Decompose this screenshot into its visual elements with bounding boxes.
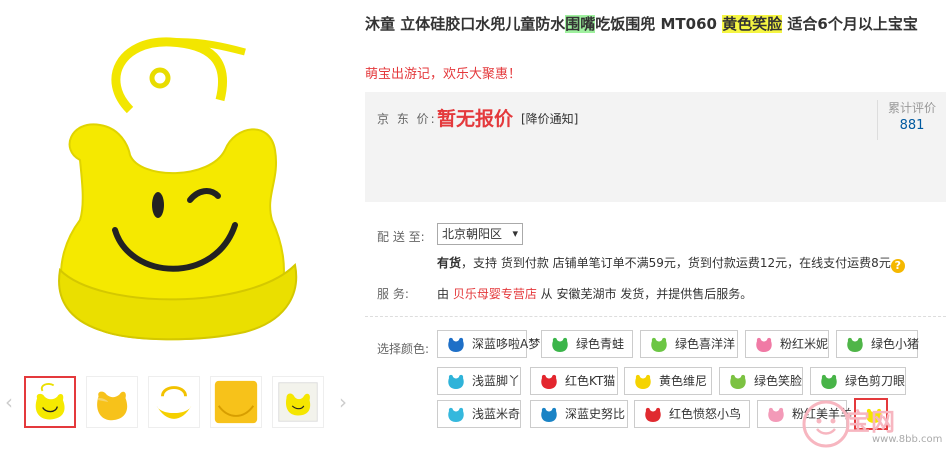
shipping-region-value: 北京朝阳区	[442, 227, 503, 241]
thumbnail[interactable]	[210, 376, 262, 428]
watermark-url: www.8bb.com	[872, 434, 943, 445]
color-option-label: 浅蓝米奇	[472, 407, 521, 421]
thumbnail[interactable]	[148, 376, 200, 428]
bib-swatch-icon	[635, 374, 651, 389]
bib-swatch-icon	[756, 337, 772, 352]
price-drop-notify-link[interactable]: [降价通知]	[521, 110, 578, 127]
chevron-left-icon[interactable]: ‹	[2, 392, 16, 412]
color-option-label: 深蓝哆啦A梦	[472, 337, 541, 351]
bib-swatch-icon	[448, 337, 464, 352]
promo-slogan: 萌宝出游记，欢乐大聚惠！	[365, 67, 522, 82]
product-title: 沐童 立体硅胶口水兜儿童防水围嘴吃饭围兜 MT060 黄色笑脸 适合6个月以上宝…	[365, 12, 925, 36]
title-highlight: 围嘴	[565, 15, 596, 33]
shop-link[interactable]: 贝乐母婴专营店	[453, 287, 537, 301]
color-option-label: 红色愤怒小鸟	[669, 407, 742, 421]
bib-swatch-icon	[645, 407, 661, 422]
bib-swatch-icon	[552, 337, 568, 352]
title-text: 吃饭围兜 MT060	[595, 15, 723, 33]
question-icon[interactable]: ?	[890, 259, 905, 273]
bib-swatch-icon	[847, 337, 863, 352]
bib-swatch-icon	[448, 374, 464, 389]
color-option[interactable]: 绿色青蛙	[541, 330, 633, 358]
color-option[interactable]: 绿色喜洋洋	[640, 330, 738, 358]
color-option-label: 粉红米妮	[780, 337, 829, 351]
color-option[interactable]: 深蓝哆啦A梦	[437, 330, 540, 358]
title-text: 适合6个月以上宝宝	[782, 15, 918, 33]
price-value: 暂无报价	[437, 108, 514, 130]
review-count[interactable]: 881	[878, 116, 946, 136]
color-option-label: 浅蓝脚丫	[472, 374, 521, 388]
color-option-label: 绿色小猪	[871, 337, 920, 351]
color-option[interactable]: 浅蓝脚丫	[437, 367, 521, 395]
bib-swatch-icon	[651, 337, 667, 352]
color-option[interactable]: 粉红米妮	[745, 330, 829, 358]
thumbnail[interactable]	[272, 376, 324, 428]
color-option[interactable]: 浅蓝米奇	[437, 400, 521, 428]
color-option-label: 黄色维尼	[659, 374, 708, 388]
service-suffix: 从 安徽芜湖市 发货，并提供售后服务。	[536, 287, 753, 301]
color-select-label: 选择颜色:	[377, 342, 430, 356]
stock-info: 有货，支持 货到付款 店铺单笔订单不满59元，货到付款运费12元，在线支付运费8…	[437, 254, 905, 273]
price-label: 京 东 价:	[377, 112, 437, 126]
shipping-label: 配 送 至:	[377, 230, 425, 244]
price-panel: 京 东 价: 暂无报价 [降价通知] 累计评价 881	[365, 92, 946, 202]
product-main-image	[58, 37, 298, 341]
title-highlight: 黄色笑脸	[722, 15, 783, 33]
color-option-label: 绿色喜洋洋	[675, 337, 736, 351]
bib-swatch-icon	[730, 374, 746, 389]
bib-swatch-icon	[821, 374, 837, 389]
divider	[365, 316, 946, 317]
stock-status: 有货	[437, 256, 462, 270]
color-option-label: 绿色青蛙	[576, 337, 625, 351]
service-prefix: 由	[437, 287, 453, 301]
color-option[interactable]: 绿色小猪	[836, 330, 920, 358]
color-option[interactable]: 深蓝史努比	[530, 400, 628, 428]
watermark-text: 宝网	[846, 408, 896, 436]
chevron-right-icon[interactable]: ›	[336, 392, 350, 412]
service-info: 由 贝乐母婴专营店 从 安徽芜湖市 发货，并提供售后服务。	[437, 285, 752, 302]
thumbnail-strip: ‹ ›	[0, 370, 360, 432]
bib-swatch-icon	[768, 407, 784, 422]
color-option-label: 绿色剪刀眼	[845, 374, 906, 388]
color-option-label: 红色KT猫	[565, 374, 616, 388]
thumbnail[interactable]	[86, 376, 138, 428]
color-option[interactable]: 绿色笑脸	[719, 367, 803, 395]
color-option[interactable]: 绿色剪刀眼	[810, 367, 906, 395]
service-label: 服 务:	[377, 287, 409, 301]
bib-swatch-icon	[448, 407, 464, 422]
color-option[interactable]: 红色KT猫	[530, 367, 618, 395]
review-summary[interactable]: 累计评价 881	[877, 100, 946, 140]
color-option[interactable]: 红色愤怒小鸟	[634, 400, 750, 428]
color-option[interactable]: 黄色维尼	[624, 367, 712, 395]
thumbnail[interactable]	[24, 376, 76, 428]
review-label: 累计评价	[887, 101, 936, 115]
title-text: 沐童 立体硅胶口水兜儿童防水	[365, 15, 566, 33]
color-option-label: 深蓝史努比	[565, 407, 626, 421]
shipping-region-select[interactable]: 北京朝阳区 ▾	[437, 223, 523, 245]
color-option-label: 绿色笑脸	[754, 374, 803, 388]
bib-swatch-icon	[541, 374, 557, 389]
bib-swatch-icon	[541, 407, 557, 422]
chevron-down-icon: ▾	[512, 227, 518, 240]
stock-detail: ，支持 货到付款 店铺单笔订单不满59元，货到付款运费12元，在线支付运费8元	[461, 256, 891, 270]
